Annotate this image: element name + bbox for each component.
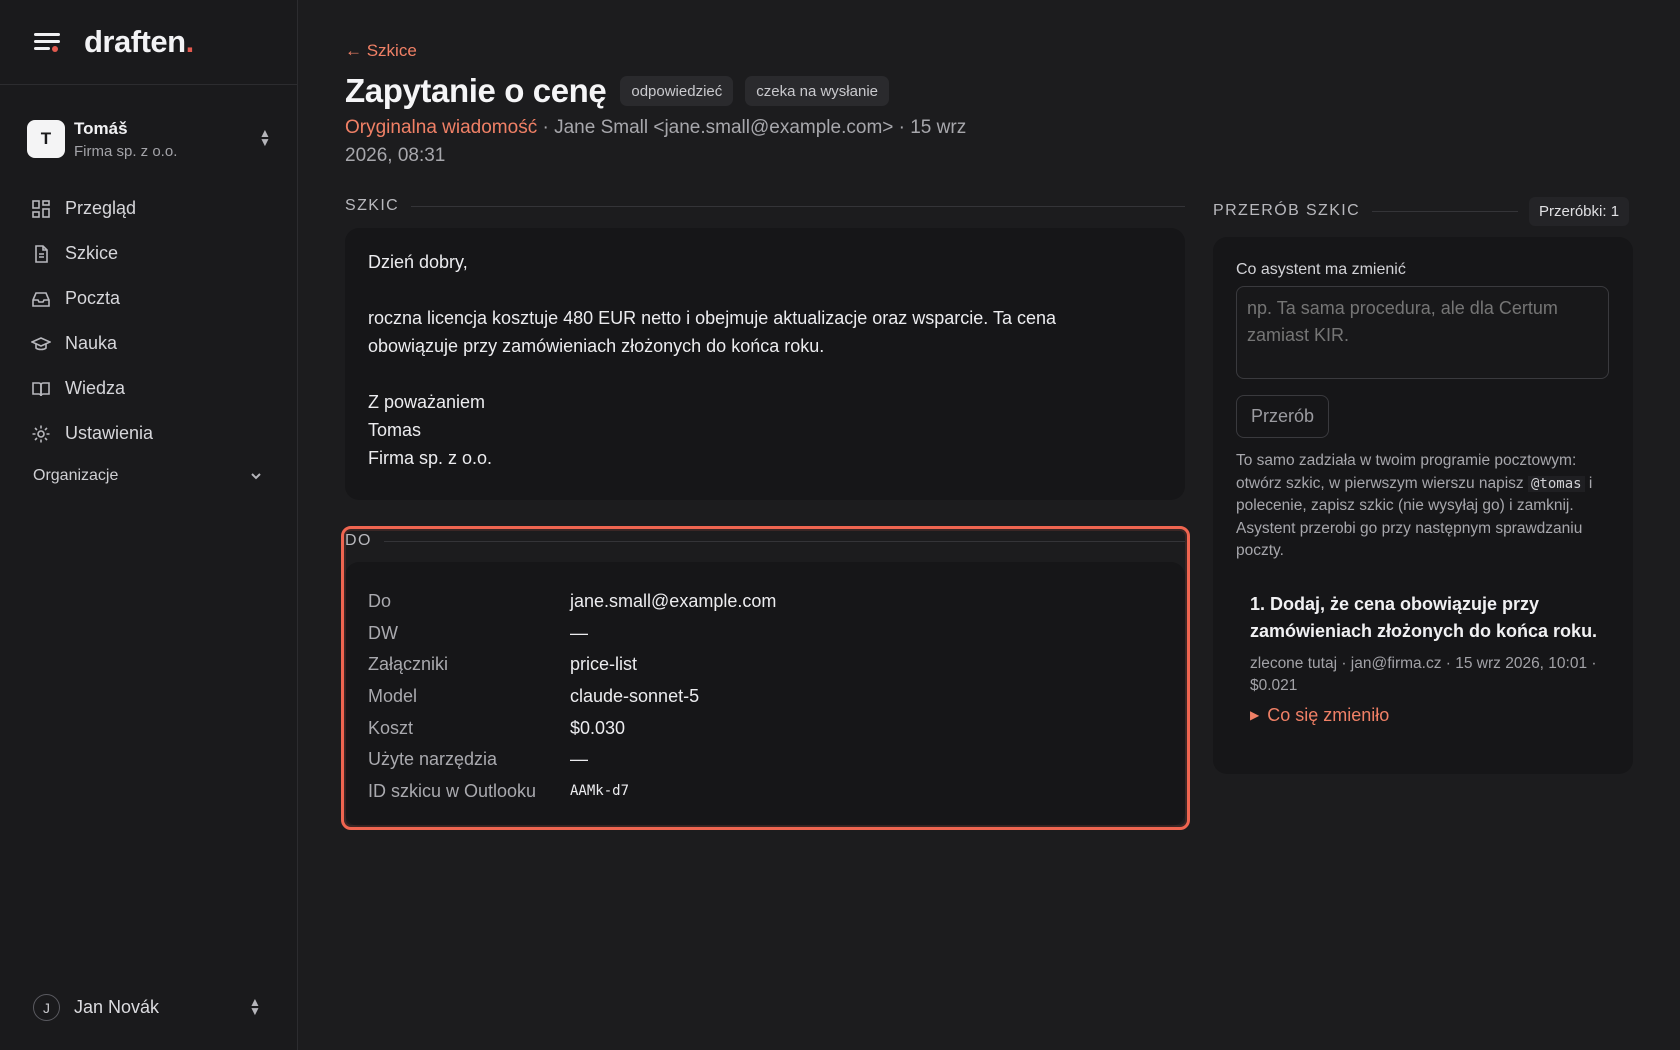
- hint-text: To samo zadziała w twoim programie poczt…: [1236, 452, 1577, 492]
- draft-signature-name: Tomas: [368, 420, 422, 440]
- gear-icon: [32, 425, 50, 442]
- sidebar-item-label: Poczta: [65, 288, 121, 308]
- draft-greeting: Dzień dobry,: [368, 252, 468, 272]
- details-section-header: DO: [345, 532, 1185, 550]
- chevron-updown-icon: ▲ ▼: [259, 126, 271, 149]
- caret-right-icon: ▶: [1250, 708, 1260, 722]
- draft-text: roczna licencja kosztuje 480 EUR netto i…: [368, 308, 1057, 328]
- sidebar-item-wiedza[interactable]: Wiedza: [31, 366, 271, 411]
- rework-hint: To samo zadziała w twoim programie poczt…: [1236, 450, 1610, 563]
- menu-icon[interactable]: [34, 31, 60, 53]
- revision-meta: zlecone tutaj · jan@firma.cz · 15 wrz 20…: [1250, 654, 1597, 694]
- sidebar-item-przeglad[interactable]: Przegląd: [31, 186, 271, 231]
- section-label: DO: [345, 532, 372, 549]
- sidebar-item-label: Nauka: [65, 333, 118, 353]
- chevron-updown-icon: ▲ ▼: [249, 994, 261, 1018]
- account-name: Tomáš: [74, 118, 128, 138]
- detail-key: Koszt: [368, 717, 414, 738]
- dashboard-icon: [32, 199, 50, 218]
- original-message-link[interactable]: Oryginalna wiadomość: [345, 117, 537, 138]
- sidebar-item-label: Przegląd: [65, 198, 137, 218]
- revision-diff-toggle[interactable]: ▶ Co się zmieniło: [1250, 705, 1610, 726]
- sidebar-nav: Przegląd Szkice Poczta Nauka Wiedza Usta…: [31, 186, 271, 456]
- title-row: Zapytanie o cenę odpowiedzieć czeka na w…: [345, 72, 889, 110]
- detail-value: claude-sonnet-5: [570, 686, 700, 707]
- rework-button[interactable]: Przerób: [1236, 395, 1330, 438]
- logo-text: draften: [84, 24, 186, 59]
- message-meta: Oryginalna wiadomość · Jane Small <jane.…: [345, 114, 975, 170]
- brand-bar: draften.: [0, 0, 297, 85]
- detail-value: AAMk-d7: [570, 783, 630, 800]
- logo[interactable]: draften.: [84, 24, 194, 60]
- rework-field-label: Co asystent ma zmienić: [1236, 261, 1406, 278]
- user-avatar: J: [33, 994, 60, 1021]
- detail-row: Do jane.small@example.com: [368, 586, 1162, 618]
- rework-count-badge: Przeróbki: 1: [1529, 197, 1630, 226]
- status-badge: czeka na wysłanie: [745, 76, 889, 106]
- detail-row: Koszt $0.030: [368, 712, 1162, 744]
- rework-panel: Co asystent ma zmienić Przerób To samo z…: [1213, 237, 1633, 774]
- account-text: Tomáš Firma sp. z o.o.: [74, 119, 257, 160]
- chevron-down-icon: [251, 473, 261, 480]
- back-link[interactable]: ← Szkice: [345, 41, 417, 61]
- account-avatar: T: [27, 120, 65, 158]
- revision-toggle-label: Co się zmieniło: [1267, 704, 1390, 725]
- detail-key: Załączniki: [368, 654, 449, 675]
- inbox-icon: [32, 291, 50, 307]
- draft-details: Do jane.small@example.com DW — Załącznik…: [345, 562, 1185, 826]
- sidebar-item-ustawienia[interactable]: Ustawienia: [31, 411, 271, 456]
- detail-key: Użyte narzędzia: [368, 749, 498, 770]
- detail-key: Model: [368, 686, 418, 707]
- book-icon: [32, 381, 50, 396]
- revision-item: 1. Dodaj, że cena obowiązuje przy zamówi…: [1236, 591, 1610, 726]
- account-switcher[interactable]: T Tomáš Firma sp. z o.o. ▲ ▼: [27, 115, 273, 163]
- draft-signature-company: Firma sp. z o.o.: [368, 448, 493, 468]
- sidebar-item-label: Szkice: [65, 243, 119, 263]
- graduation-cap-icon: [31, 336, 51, 350]
- detail-value: jane.small@example.com: [570, 591, 777, 612]
- detail-row: Model claude-sonnet-5: [368, 681, 1162, 713]
- detail-key: DW: [368, 622, 398, 643]
- logo-dot: .: [185, 24, 195, 59]
- section-label: PRZERÓB SZKIC: [1213, 202, 1361, 219]
- draft-text: obowiązuje przy zamówieniach złożonych d…: [368, 336, 825, 356]
- detail-row: DW —: [368, 618, 1162, 650]
- detail-value: $0.030: [570, 717, 626, 738]
- sidebar-item-szkice[interactable]: Szkice: [31, 231, 271, 276]
- detail-row: Załączniki price-list: [368, 649, 1162, 681]
- sidebar-item-label: Wiedza: [65, 378, 126, 398]
- section-label: SZKIC: [345, 197, 400, 214]
- detail-value: —: [570, 749, 588, 770]
- page-title: Zapytanie o cenę: [345, 72, 607, 109]
- draft-body: Dzień dobry, roczna licencja kosztuje 48…: [345, 228, 1185, 500]
- sidebar-item-nauka[interactable]: Nauka: [31, 321, 271, 366]
- draft-section-header: SZKIC: [345, 197, 1185, 215]
- detail-row: Użyte narzędzia —: [368, 744, 1162, 776]
- hint-code: @tomas: [1527, 475, 1585, 492]
- rework-instruction-input[interactable]: [1236, 286, 1609, 379]
- user-menu[interactable]: J Jan Novák ▲ ▼: [33, 994, 263, 1021]
- status-badge: odpowiedzieć: [620, 76, 734, 106]
- account-company: Firma sp. z o.o.: [74, 142, 178, 160]
- detail-row: ID szkicu w Outlooku AAMk-d7: [368, 776, 1162, 808]
- detail-value: price-list: [570, 654, 638, 675]
- detail-key: Do: [368, 591, 392, 612]
- detail-value: —: [570, 622, 588, 643]
- sidebar-item-label: Ustawienia: [65, 423, 154, 443]
- draft-closing: Z poważaniem: [368, 392, 486, 412]
- rework-section-header: PRZERÓB SZKIC: [1213, 202, 1518, 220]
- detail-key: ID szkicu w Outlooku: [368, 780, 537, 801]
- document-icon: [35, 244, 48, 263]
- revision-title: 1. Dodaj, że cena obowiązuje przy zamówi…: [1250, 593, 1598, 641]
- organizations-toggle[interactable]: Organizacje: [33, 467, 263, 485]
- sidebar-item-poczta[interactable]: Poczta: [31, 276, 271, 321]
- organizations-label: Organizacje: [33, 467, 119, 484]
- sidebar: draften. T Tomáš Firma sp. z o.o. ▲ ▼ Prz…: [0, 0, 298, 1050]
- user-name: Jan Novák: [74, 997, 160, 1017]
